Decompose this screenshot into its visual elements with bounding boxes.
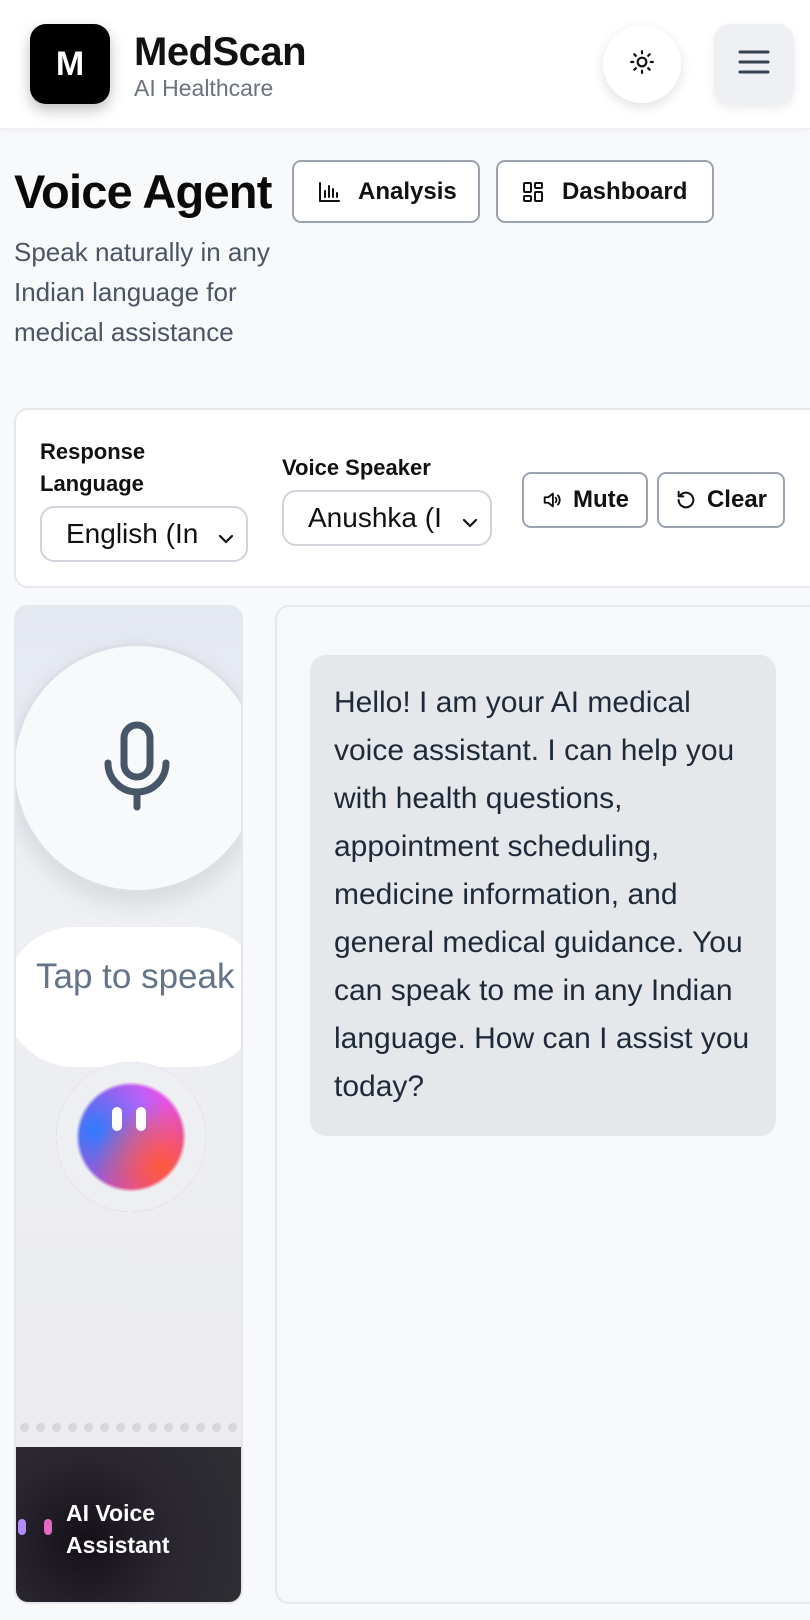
ai-voice-assistant-badge: AI Voice Assistant <box>16 1447 241 1602</box>
menu-button[interactable] <box>714 24 794 104</box>
bar-chart-icon <box>318 181 340 203</box>
voice-speaker-value: Anushka (I <box>308 502 442 533</box>
wave-bar <box>18 1519 26 1535</box>
chat-panel: Hello! I am your AI medical voice assist… <box>275 605 810 1604</box>
microphone-icon <box>102 721 172 816</box>
page-title: Voice Agent <box>14 165 272 218</box>
hamburger-menu-icon <box>737 48 771 81</box>
logo-letter: M <box>55 44 85 83</box>
chevron-down-icon <box>460 508 480 540</box>
app-header: M MedScan AI Healthcare <box>0 0 810 129</box>
assistant-orb <box>56 1062 206 1212</box>
microphone-button[interactable] <box>16 643 241 893</box>
analysis-button[interactable]: Analysis <box>292 160 480 223</box>
voice-speaker-label: Voice Speaker <box>282 455 431 480</box>
response-language-select[interactable]: English (In <box>40 506 248 562</box>
dashboard-label: Dashboard <box>562 177 688 205</box>
voice-controls-card: Response Language English (In Voice Spea… <box>14 408 810 588</box>
rotate-ccw-icon <box>675 489 697 511</box>
dashboard-grid-icon <box>522 181 544 203</box>
brand-subtitle: AI Healthcare <box>134 75 274 101</box>
response-language-value: English (In <box>66 518 199 549</box>
wave-bar <box>44 1519 52 1535</box>
analysis-label: Analysis <box>358 177 457 205</box>
mute-button[interactable]: Mute <box>522 472 648 528</box>
voice-input-panel: Tap to speak AI Voice Assistant <box>14 605 243 1604</box>
mute-label: Mute <box>573 486 629 513</box>
page-subtitle: Speak naturally in any Indian language f… <box>14 237 270 347</box>
theme-toggle-button[interactable] <box>603 25 681 103</box>
sun-icon <box>629 49 655 80</box>
chevron-down-icon <box>216 524 236 556</box>
audio-level-dots <box>20 1423 240 1435</box>
response-language-label: Response Language <box>40 439 146 496</box>
clear-label: Clear <box>706 486 768 513</box>
brand-name: MedScan <box>134 30 307 74</box>
dashboard-button[interactable]: Dashboard <box>496 160 714 223</box>
assistant-label: AI Voice Assistant <box>66 1500 170 1558</box>
tap-to-speak-label[interactable]: Tap to speak <box>16 927 241 1067</box>
orb-eye <box>112 1107 122 1131</box>
clear-button[interactable]: Clear <box>657 472 785 528</box>
app-logo[interactable]: M <box>30 24 110 104</box>
assistant-message-bubble: Hello! I am your AI medical voice assist… <box>310 655 776 1136</box>
speaker-icon <box>541 489 563 511</box>
voice-speaker-select[interactable]: Anushka (I <box>282 490 492 546</box>
orb-eye <box>136 1107 146 1131</box>
